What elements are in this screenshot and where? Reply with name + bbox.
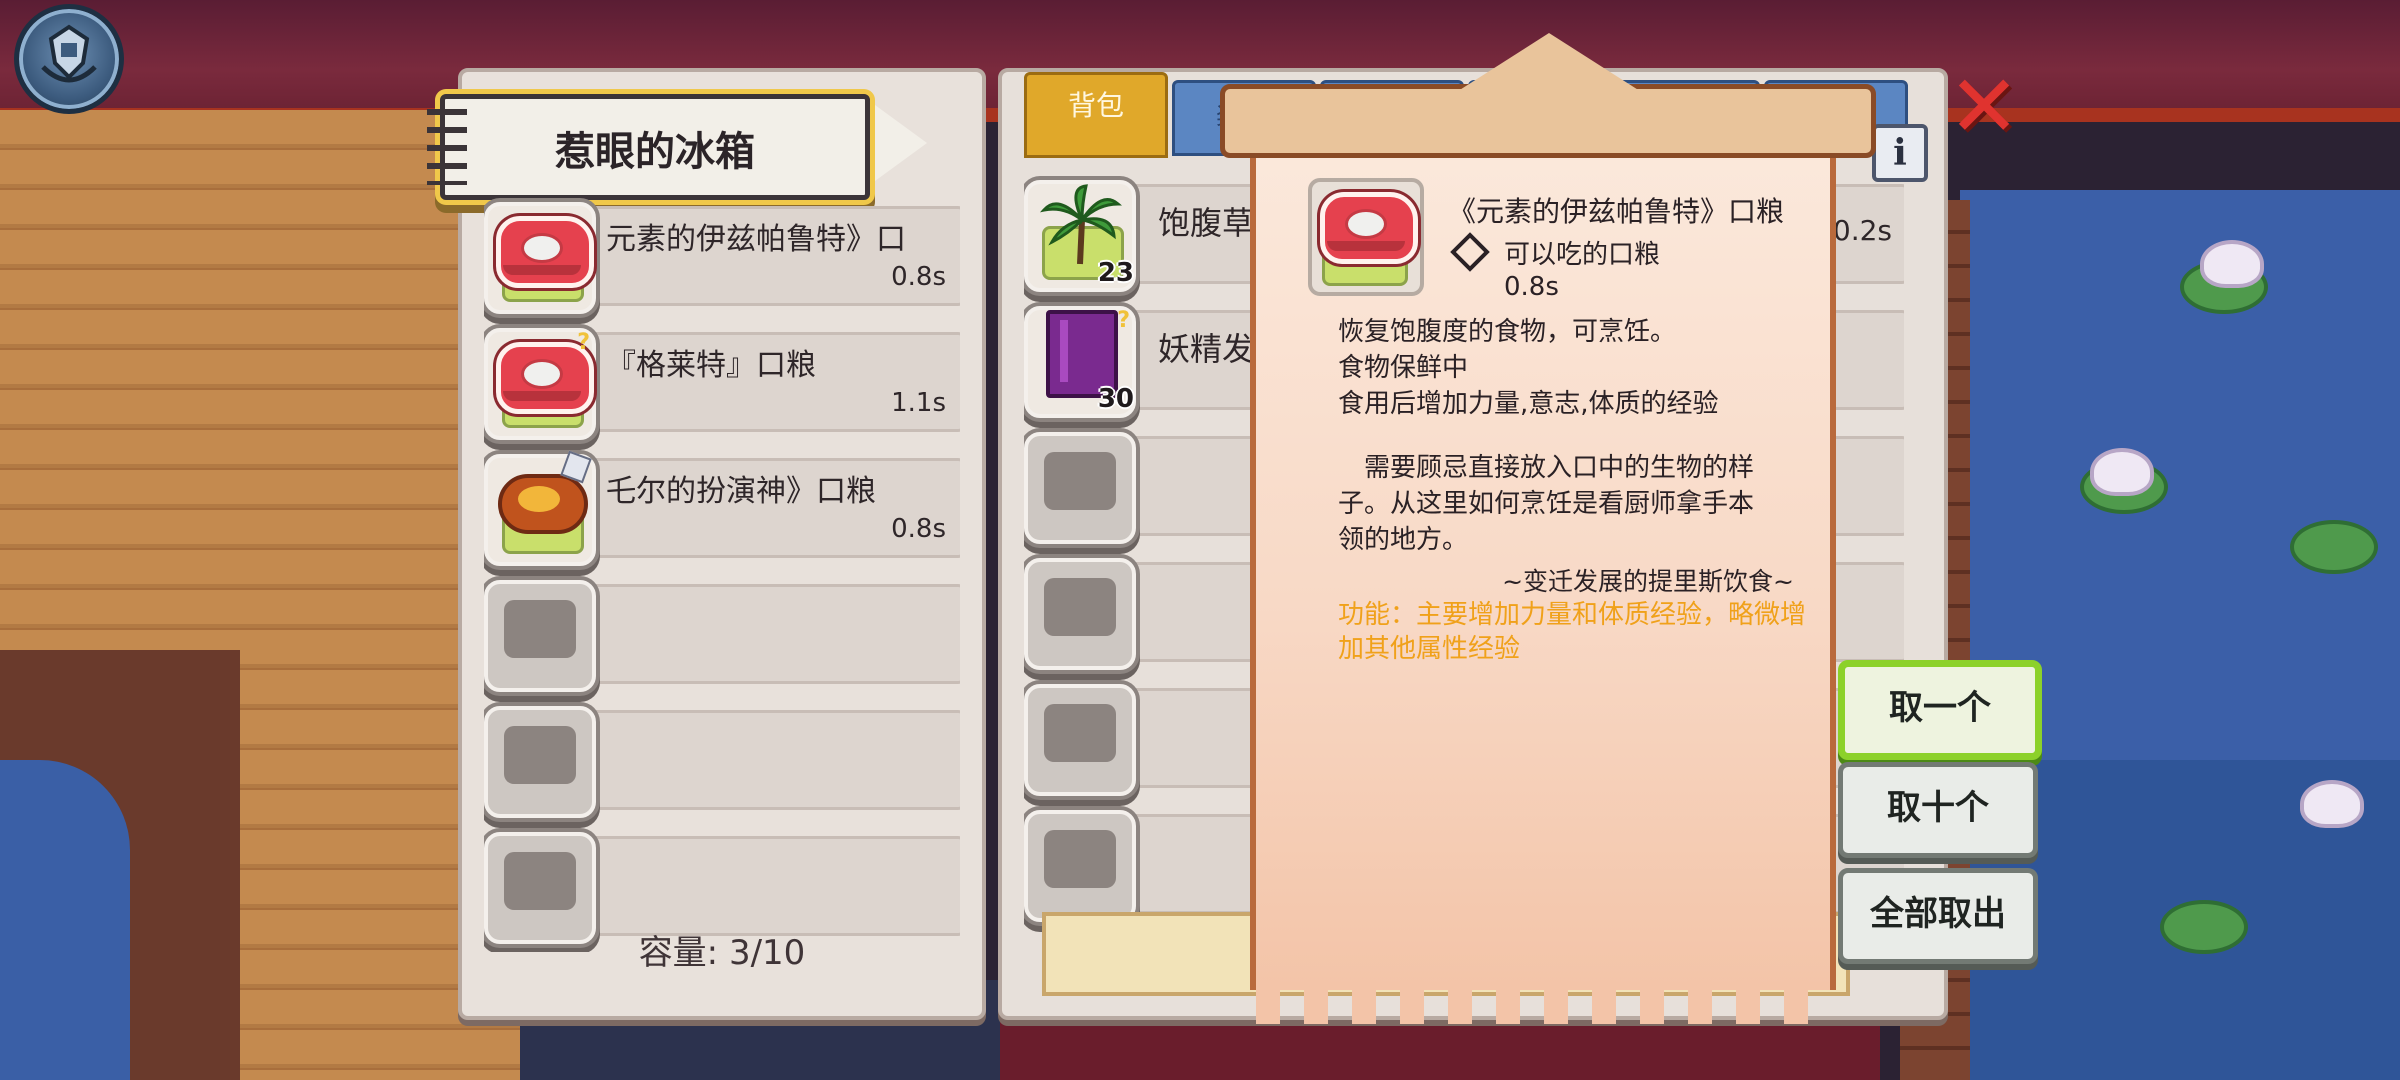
tooltip-scroll-bottom bbox=[1256, 980, 1830, 1024]
unknown-badge-icon: ? bbox=[577, 330, 590, 355]
empty-slot[interactable] bbox=[1024, 810, 1136, 922]
item-row-background bbox=[554, 836, 960, 936]
tooltip-function-text: 功能：主要增加力量和体质经验，略微增加其他属性经验 bbox=[1338, 600, 1807, 664]
item-time: 1.1s bbox=[891, 388, 946, 418]
pond-left bbox=[0, 760, 130, 1080]
item-slot[interactable]: 23 bbox=[1024, 180, 1136, 292]
item-slot[interactable] bbox=[484, 450, 596, 566]
empty-slot[interactable] bbox=[1024, 684, 1136, 796]
info-icon[interactable]: i bbox=[1872, 124, 1928, 182]
raw-meat-icon bbox=[1320, 192, 1418, 264]
empty-slot[interactable] bbox=[1024, 432, 1136, 544]
palm-plant-icon bbox=[1039, 184, 1122, 265]
item-row-background bbox=[554, 710, 960, 810]
tab-backpack[interactable]: 背包 bbox=[1024, 72, 1168, 158]
item-name: 妖精发 bbox=[1158, 330, 1255, 368]
item-name: 饱腹草 bbox=[1158, 204, 1255, 242]
lotus-flower-icon bbox=[2200, 240, 2264, 288]
tooltip-scroll-header bbox=[1220, 33, 1876, 158]
item-row-background bbox=[554, 584, 960, 684]
slot-inner bbox=[1044, 830, 1116, 888]
slot-inner bbox=[504, 600, 576, 658]
item-slot[interactable]: ? 30 bbox=[1024, 306, 1136, 418]
tooltip-item-slot bbox=[1308, 178, 1424, 296]
cooked-meat-icon bbox=[498, 474, 588, 534]
item-time: 0.8s bbox=[891, 514, 946, 544]
take-ten-button[interactable]: 取十个 bbox=[1838, 762, 2038, 858]
empty-slot[interactable] bbox=[484, 580, 596, 692]
fridge-capacity: 容量: 3/10 bbox=[638, 933, 806, 973]
player-avatar[interactable] bbox=[14, 4, 124, 114]
fridge-empty-row[interactable] bbox=[484, 696, 960, 822]
item-name: 元素的伊兹帕鲁特》口 bbox=[606, 222, 906, 257]
item-time: 0.8s bbox=[891, 262, 946, 292]
fridge-title-banner: 惹眼的冰箱 bbox=[427, 94, 927, 200]
description-line: 食用后增加力量,意志,体质的经验 bbox=[1338, 389, 1719, 419]
description-line: 恢复饱腹度的食物，可烹饪。 bbox=[1338, 317, 1677, 347]
empty-slot[interactable] bbox=[1024, 558, 1136, 670]
item-detail-tooltip: 《元素的伊兹帕鲁特》口粮 可以吃的口粮 0.8s 恢复饱腹度的食物，可烹饪。 食… bbox=[1220, 33, 1876, 1024]
empty-slot[interactable] bbox=[484, 706, 596, 818]
close-icon[interactable]: ✕ bbox=[1948, 64, 2020, 150]
slot-inner bbox=[1044, 452, 1116, 510]
fridge-item-list[interactable]: 元素的伊兹帕鲁特》口 0.8s ? 『格莱特』口粮 1.1s 乇尔的扮演神》口粮… bbox=[484, 192, 960, 952]
tooltip-signature: ~变迁发展的提里斯饮食~ bbox=[1502, 567, 1794, 596]
take-all-button[interactable]: 全部取出 bbox=[1838, 868, 2038, 964]
item-slot[interactable] bbox=[484, 202, 596, 314]
fridge-empty-row[interactable] bbox=[484, 570, 960, 696]
tooltip-flavor-text: 需要顾忌直接放入口中的生物的样子。从这里如何烹饪是看厨师拿手本领的地方。 bbox=[1338, 453, 1755, 555]
lotus-flower-icon bbox=[2300, 780, 2364, 828]
knight-emblem-icon bbox=[41, 24, 97, 83]
slot-inner bbox=[1044, 704, 1116, 762]
fridge-item-row[interactable]: 元素的伊兹帕鲁特》口 0.8s bbox=[484, 192, 960, 318]
slot-inner bbox=[1044, 578, 1116, 636]
description-line: 食物保鲜中 bbox=[1338, 353, 1469, 383]
fridge-item-row[interactable]: ? 『格莱特』口粮 1.1s bbox=[484, 318, 960, 444]
lily-pad-icon bbox=[2290, 520, 2378, 574]
lily-pad-icon bbox=[2160, 900, 2248, 954]
tooltip-item-type: 可以吃的口粮 bbox=[1504, 240, 1661, 270]
item-slot[interactable]: ? bbox=[484, 328, 596, 440]
lotus-flower-icon bbox=[2090, 448, 2154, 496]
raw-meat-icon bbox=[496, 216, 594, 288]
diamond-icon bbox=[1450, 232, 1490, 272]
tooltip-item-time: 0.8s bbox=[1504, 272, 1559, 302]
item-count: 23 bbox=[1097, 258, 1134, 288]
tooltip-item-name: 《元素的伊兹帕鲁特》口粮 bbox=[1448, 195, 1785, 228]
slot-inner bbox=[504, 726, 576, 784]
unknown-badge-icon: ? bbox=[1117, 308, 1130, 333]
take-one-button[interactable]: 取一个 bbox=[1838, 660, 2042, 760]
item-time: 0.2s bbox=[1832, 214, 1892, 247]
item-count: 30 bbox=[1097, 384, 1134, 414]
tooltip-description: 恢复饱腹度的食物，可烹饪。 食物保鲜中 食用后增加力量,意志,体质的经验 bbox=[1338, 314, 1808, 422]
fridge-panel: 惹眼的冰箱 元素的伊兹帕鲁特》口 0.8s ? 『格莱特』口粮 1.1s 乇尔的… bbox=[427, 68, 986, 1020]
fridge-title: 惹眼的冰箱 bbox=[555, 129, 755, 175]
fridge-item-row[interactable]: 乇尔的扮演神》口粮 0.8s bbox=[484, 444, 960, 570]
item-name: 『格莱特』口粮 bbox=[606, 348, 816, 383]
item-name: 乇尔的扮演神》口粮 bbox=[606, 474, 876, 509]
slot-inner bbox=[504, 852, 576, 910]
